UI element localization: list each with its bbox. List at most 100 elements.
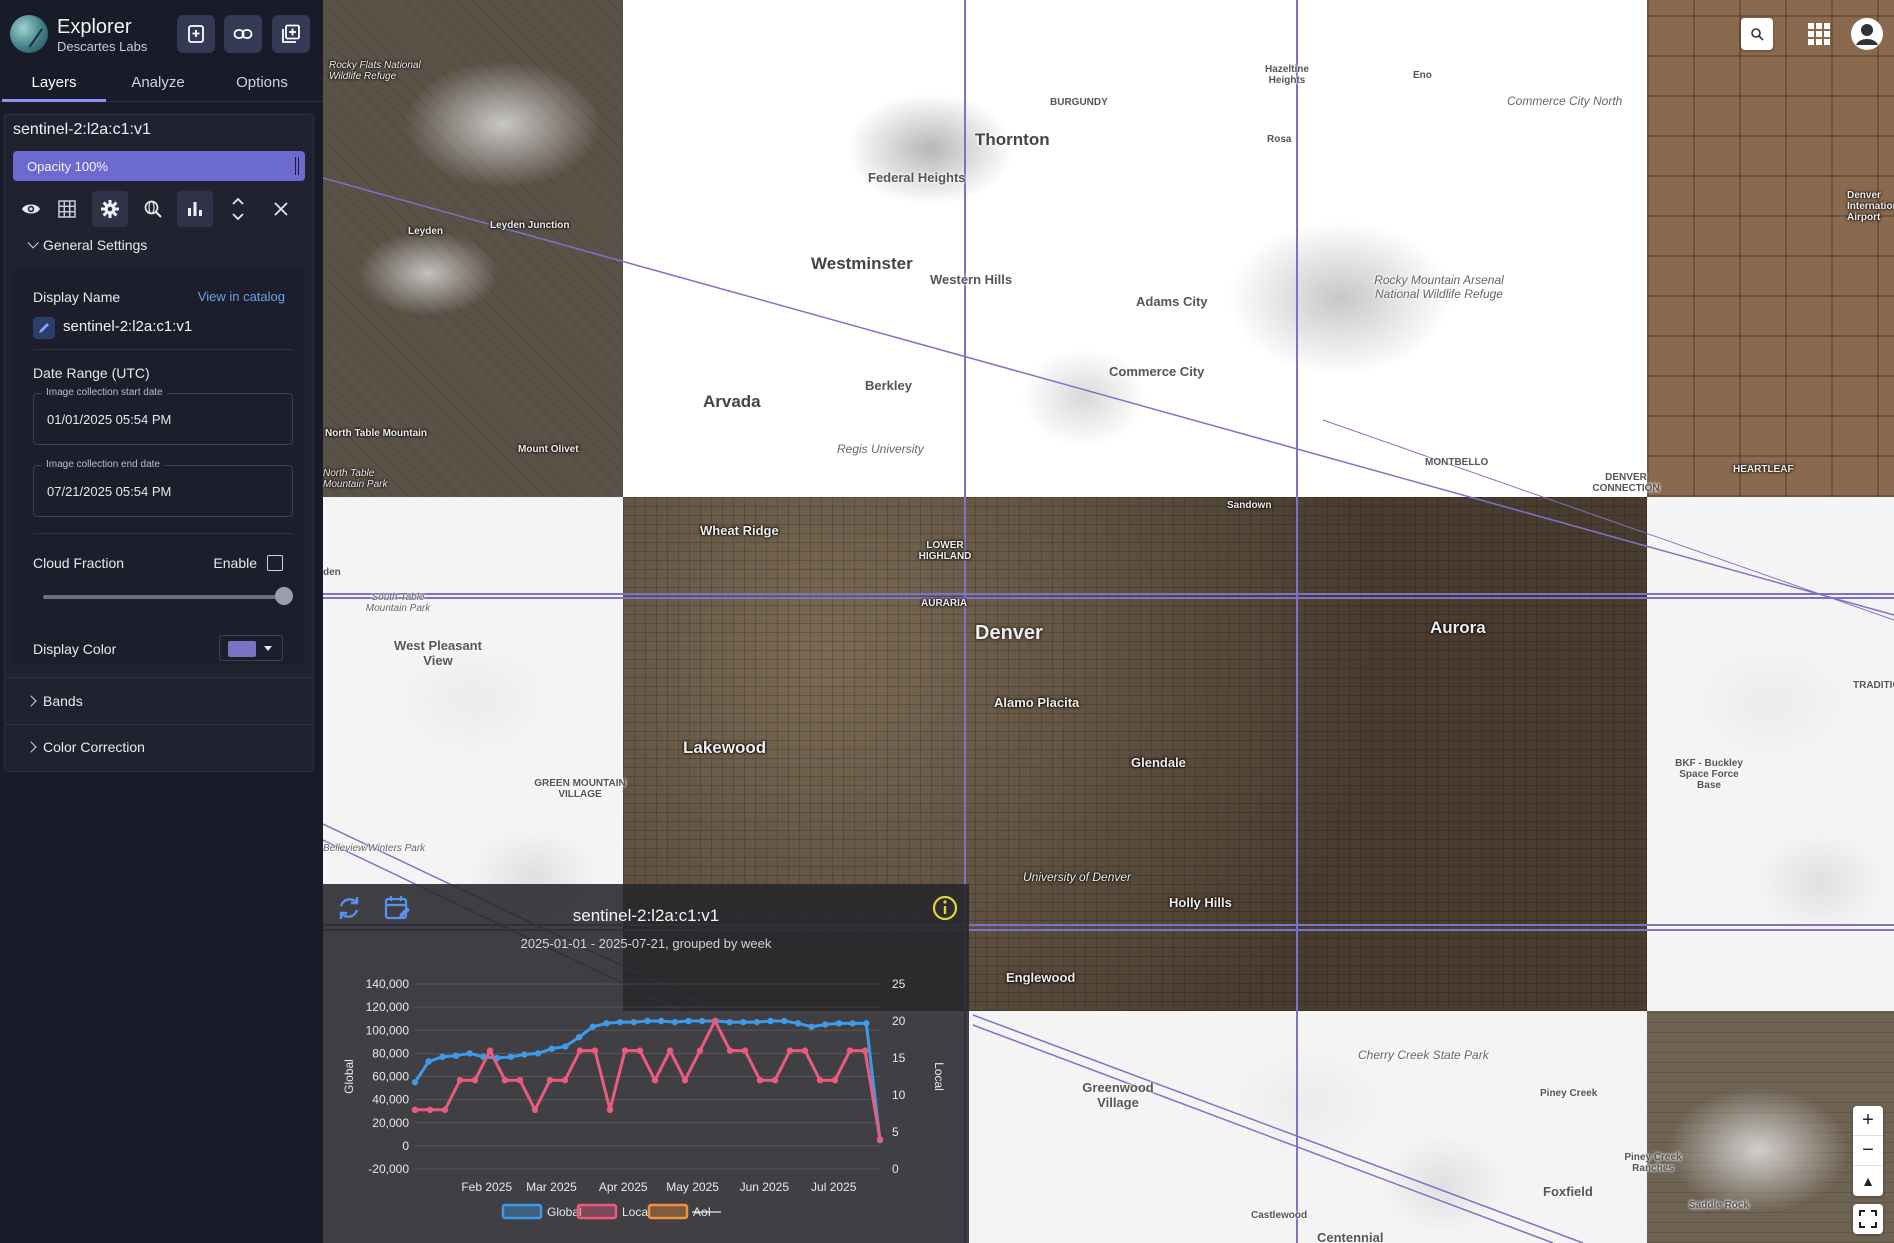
cloud-fraction-slider[interactable] — [43, 595, 293, 599]
map-label: GREEN MOUNTAIN VILLAGE — [534, 778, 626, 800]
zoom-out-button[interactable]: − — [1853, 1136, 1883, 1166]
add-layer-button[interactable] — [272, 15, 310, 53]
map-label: Mount Olivet — [518, 444, 579, 455]
bands-toggle[interactable]: Bands — [25, 693, 83, 709]
data-point — [756, 1077, 764, 1084]
divider — [5, 677, 313, 678]
map-label: TRADITIONS — [1853, 680, 1894, 691]
data-point — [771, 1077, 779, 1084]
divider — [33, 533, 293, 534]
chart-button[interactable] — [177, 191, 213, 227]
compass-button[interactable]: ▲ — [1853, 1166, 1883, 1196]
data-point — [699, 1017, 706, 1025]
visibility-button[interactable] — [13, 191, 49, 227]
map-label: Rocky Flats National Wildlife Refuge — [329, 60, 421, 82]
data-point — [562, 1043, 569, 1050]
compass-icon: ▲ — [1861, 1173, 1875, 1189]
enable-checkbox[interactable] — [267, 555, 283, 571]
share-link-button[interactable] — [224, 15, 262, 53]
map-label: Denver International Airport — [1847, 190, 1894, 223]
tab-layers[interactable]: Layers — [2, 68, 106, 102]
data-point — [452, 1052, 460, 1059]
display-color-picker[interactable] — [219, 635, 283, 661]
data-point — [621, 1047, 629, 1054]
data-point — [726, 1018, 733, 1026]
account-button[interactable] — [1849, 16, 1885, 52]
map-label: Denver — [975, 622, 1043, 644]
remove-layer-button[interactable] — [263, 191, 299, 227]
divider — [33, 349, 293, 350]
data-point — [516, 1077, 524, 1084]
zoom-in-button[interactable]: + — [1853, 1106, 1883, 1136]
y2-tick-label: 0 — [892, 1162, 899, 1176]
data-point — [726, 1047, 734, 1054]
data-point — [741, 1047, 749, 1054]
color-correction-toggle[interactable]: Color Correction — [25, 739, 145, 755]
data-point — [576, 1047, 584, 1054]
view-in-catalog-link[interactable]: View in catalog — [198, 289, 285, 304]
cloud-fraction-thumb[interactable] — [275, 587, 293, 605]
link-icon — [233, 29, 253, 39]
logo-icon — [10, 15, 48, 53]
legend-label: Global — [547, 1205, 582, 1219]
cloud-fraction-label: Cloud Fraction — [33, 555, 125, 571]
layer-toolbar — [13, 191, 309, 227]
inspect-button[interactable] — [135, 191, 171, 227]
data-point — [861, 1047, 869, 1054]
grid-button[interactable] — [49, 191, 85, 227]
y2-tick-label: 20 — [892, 1014, 906, 1028]
data-point — [781, 1017, 788, 1025]
data-point — [740, 1018, 747, 1026]
fullscreen-button[interactable] — [1853, 1204, 1883, 1234]
map-search-button[interactable] — [1741, 18, 1773, 50]
apps-grid-button[interactable] — [1803, 18, 1835, 50]
start-date-field[interactable]: Image collection start date 01/01/2025 0… — [33, 387, 293, 445]
map-label: Foxfield — [1543, 1184, 1593, 1199]
color-correction-heading: Color Correction — [43, 739, 145, 755]
end-date-value[interactable]: 07/21/2025 05:54 PM — [47, 484, 171, 499]
data-point — [411, 1079, 419, 1086]
date-range-label: Date Range (UTC) — [33, 365, 150, 381]
data-point — [685, 1017, 692, 1025]
data-point — [876, 1136, 884, 1143]
end-date-field[interactable]: Image collection end date 07/21/2025 05:… — [33, 459, 293, 517]
y-tick-label: 120,000 — [366, 1000, 410, 1014]
caret-down-icon — [264, 646, 272, 651]
legend-swatch — [576, 1203, 618, 1220]
y2-tick-label: 25 — [892, 977, 906, 991]
divider — [5, 724, 313, 725]
data-point — [411, 1106, 419, 1113]
tab-analyze[interactable]: Analyze — [106, 68, 210, 102]
y2-tick-label: 15 — [892, 1051, 906, 1065]
data-point — [466, 1050, 473, 1057]
data-point — [816, 1077, 824, 1084]
map-label: Castlewood — [1251, 1210, 1308, 1221]
map-label: Aurora — [1430, 618, 1486, 637]
y2-tick-label: 10 — [892, 1088, 906, 1102]
opacity-slider[interactable]: Opacity 100% — [13, 151, 305, 181]
y-tick-label: 40,000 — [372, 1093, 409, 1107]
account-icon — [1851, 18, 1883, 50]
settings-button[interactable] — [92, 191, 128, 227]
map-label: Hazeltine Heights — [1265, 64, 1309, 86]
map-label: Regis University — [837, 442, 924, 456]
general-settings-toggle[interactable]: General Settings — [27, 237, 147, 253]
map-label: Commerce City North — [1507, 94, 1623, 108]
data-point — [786, 1047, 794, 1054]
bookmark-add-icon — [188, 25, 204, 43]
add-layer-icon — [282, 24, 300, 43]
map-label: Piney Creek Ranches — [1624, 1152, 1682, 1174]
apps-grid-icon — [1808, 23, 1830, 45]
edit-name-button[interactable] — [33, 317, 55, 339]
data-point — [696, 1047, 704, 1054]
data-point — [486, 1047, 494, 1054]
grid-icon — [58, 200, 76, 218]
y-tick-label: 100,000 — [366, 1023, 410, 1037]
map-label: Adams City — [1136, 294, 1208, 309]
start-date-value[interactable]: 01/01/2025 05:54 PM — [47, 412, 171, 427]
tab-options[interactable]: Options — [210, 68, 314, 102]
add-bookmark-button[interactable] — [177, 15, 215, 53]
reorder-button[interactable] — [220, 191, 256, 227]
eye-icon — [22, 204, 40, 214]
opacity-handle[interactable] — [295, 157, 299, 175]
